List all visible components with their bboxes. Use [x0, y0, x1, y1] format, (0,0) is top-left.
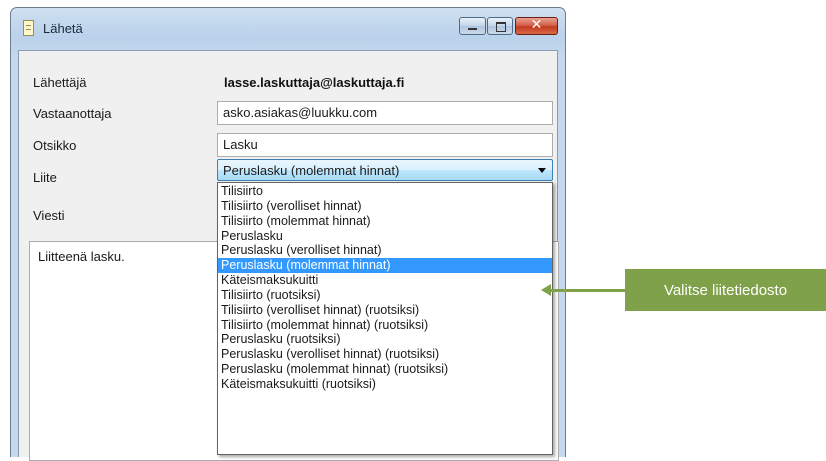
dropdown-option[interactable]: Tilisiirto — [218, 184, 552, 199]
minimize-button[interactable] — [459, 17, 486, 35]
maximize-icon — [496, 22, 506, 32]
maximize-button[interactable] — [487, 17, 513, 35]
dropdown-option[interactable]: Peruslasku — [218, 229, 552, 244]
sender-value: lasse.laskuttaja@laskuttaja.fi — [224, 75, 405, 90]
dropdown-option[interactable]: Peruslasku (ruotsiksi) — [218, 332, 552, 347]
dropdown-option[interactable]: Peruslasku (verolliset hinnat) (ruotsiks… — [218, 347, 552, 362]
dropdown-option[interactable]: Tilisiirto (verolliset hinnat) — [218, 199, 552, 214]
dropdown-option[interactable]: Peruslasku (molemmat hinnat) (ruotsiksi) — [218, 362, 552, 377]
close-icon: ✕ — [530, 17, 543, 33]
dropdown-option[interactable]: Peruslasku (verolliset hinnat) — [218, 243, 552, 258]
minimize-icon — [468, 28, 477, 30]
attachment-selected-value: Peruslasku (molemmat hinnat) — [223, 163, 400, 178]
dialog-body: Lähettäjä lasse.laskuttaja@laskuttaja.fi… — [18, 50, 559, 461]
title-bar[interactable]: Lähetä ✕ — [11, 8, 565, 50]
dropdown-option[interactable]: Käteismaksukuitti — [218, 273, 552, 288]
attachment-select[interactable]: Peruslasku (molemmat hinnat) — [217, 159, 553, 181]
chevron-down-icon[interactable] — [538, 168, 546, 173]
document-icon — [23, 20, 34, 36]
callout-label: Valitse liitetiedosto — [625, 269, 826, 311]
dropdown-option[interactable]: Tilisiirto (molemmat hinnat) — [218, 214, 552, 229]
dropdown-option[interactable]: Tilisiirto (verolliset hinnat) (ruotsiks… — [218, 303, 552, 318]
dropdown-option[interactable]: Tilisiirto (molemmat hinnat) (ruotsiksi) — [218, 318, 552, 333]
send-dialog: Lähetä ✕ Lähettäjä lasse.laskuttaja@lask… — [10, 7, 566, 461]
window-title: Lähetä — [43, 21, 83, 36]
callout-arrow-line — [548, 289, 626, 292]
arrow-left-icon — [541, 284, 551, 296]
close-button[interactable]: ✕ — [515, 17, 558, 35]
dropdown-option[interactable]: Käteismaksukuitti (ruotsiksi) — [218, 377, 552, 392]
subject-label: Otsikko — [33, 138, 77, 153]
dropdown-option[interactable]: Tilisiirto (ruotsiksi) — [218, 288, 552, 303]
message-label: Viesti — [33, 208, 65, 223]
attachment-dropdown-list: Tilisiirto Tilisiirto (verolliset hinnat)… — [217, 182, 553, 455]
attachment-label: Liite — [33, 170, 57, 185]
recipient-field[interactable]: asko.asiakas@luukku.com — [217, 101, 553, 125]
dropdown-option[interactable]: Peruslasku (molemmat hinnat) — [218, 258, 552, 274]
sender-label: Lähettäjä — [33, 75, 87, 90]
recipient-label: Vastaanottaja — [33, 106, 112, 121]
subject-field[interactable]: Lasku — [217, 133, 553, 157]
